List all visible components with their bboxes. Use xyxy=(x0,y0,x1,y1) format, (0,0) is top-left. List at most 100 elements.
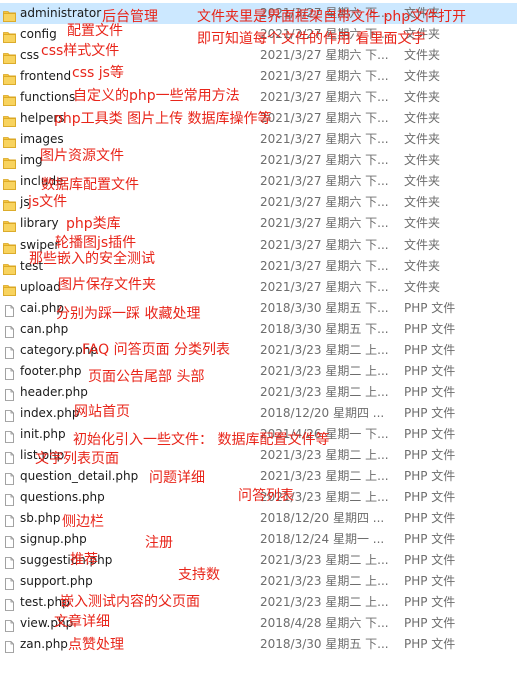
file-date: 2018/12/20 星期四 ... xyxy=(260,405,385,420)
php-file-icon xyxy=(3,365,16,380)
annotation-css: css样式文件 xyxy=(41,43,120,59)
file-type: 文件夹 xyxy=(404,69,441,84)
file-row[interactable]: footer.php 2021/3/23 星期二 上... PHP 文件 xyxy=(0,361,517,382)
file-date: 2021/3/23 星期二 上... xyxy=(260,384,389,399)
annotation-config: 配置文件 xyxy=(67,23,123,39)
annotation-upload: 图片保存文件夹 xyxy=(58,277,156,293)
file-date: 2021/3/27 星期六 下... xyxy=(260,195,389,210)
annotation-footer: 页面公告尾部 头部 xyxy=(88,369,205,385)
file-date: 2021/3/27 星期六 下... xyxy=(260,69,389,84)
annotation-img: 图片资源文件 xyxy=(40,148,124,164)
file-date: 2018/12/24 星期一 ... xyxy=(260,532,385,547)
file-date: 2021/3/27 星期六 下... xyxy=(260,279,389,294)
php-file-icon xyxy=(3,470,16,485)
file-date: 2021/3/23 星期二 上... xyxy=(260,447,389,462)
file-type: 文件夹 xyxy=(404,258,441,273)
file-date: 2021/3/27 星期六 下... xyxy=(260,111,389,126)
file-type: 文件夹 xyxy=(404,90,441,105)
file-date: 2021/3/23 星期二 上... xyxy=(260,342,389,357)
file-type: PHP 文件 xyxy=(404,384,456,399)
folder-icon xyxy=(3,91,16,107)
file-row[interactable]: signup.php 2018/12/24 星期一 ... PHP 文件 xyxy=(0,529,517,550)
annotation-test: 那些嵌入的安全测试 xyxy=(29,251,155,267)
file-name: signup.php xyxy=(20,532,87,547)
file-date: 2021/3/27 星期六 下... xyxy=(260,174,389,189)
annotation-test-php: 嵌入测试内容的父页面 xyxy=(60,594,200,610)
file-date: 2018/3/30 星期五 下... xyxy=(260,321,389,336)
folder-icon xyxy=(3,260,16,275)
file-name: upload xyxy=(20,279,61,294)
php-file-icon xyxy=(3,323,16,338)
annotation-library: php类库 xyxy=(66,216,121,232)
file-name: zan.php xyxy=(20,637,68,652)
php-file-icon xyxy=(3,344,16,359)
file-type: 文件夹 xyxy=(404,153,441,168)
file-type: 文件夹 xyxy=(404,174,441,189)
folder-icon xyxy=(3,175,16,191)
file-type: PHP 文件 xyxy=(404,363,456,378)
annotation-question-detail: 问题详细 xyxy=(149,470,205,486)
folder-icon xyxy=(3,239,16,254)
file-name: suggestion.php xyxy=(20,553,113,568)
annotation-index: 网站首页 xyxy=(74,404,130,420)
annotation-sb: 侧边栏 xyxy=(62,514,104,530)
annotation-top-line1: 文件夹里是界面框架自带文件 php文件打开 xyxy=(197,9,467,25)
folder-row[interactable]: js 2021/3/27 星期六 下... 文件夹 xyxy=(0,192,517,213)
file-name: images xyxy=(20,132,64,147)
file-row[interactable]: header.php 2021/3/23 星期二 上... PHP 文件 xyxy=(0,382,517,403)
annotation-list: 文字列表页面 xyxy=(35,451,119,467)
folder-icon xyxy=(3,154,16,170)
php-file-icon xyxy=(3,638,16,654)
folder-icon xyxy=(3,70,16,86)
file-row[interactable]: question_detail.php 2021/3/23 星期二 上... PHP… xyxy=(0,466,517,487)
file-date: 2021/3/23 星期二 上... xyxy=(260,469,389,484)
file-name: config xyxy=(20,27,57,42)
file-name: init.php xyxy=(20,426,66,441)
file-type: 文件夹 xyxy=(404,216,441,231)
folder-icon xyxy=(3,112,16,128)
php-file-icon xyxy=(3,428,16,443)
file-type: 文件夹 xyxy=(404,111,441,126)
file-row[interactable]: support.php 2021/3/23 星期二 上... PHP 文件 xyxy=(0,571,517,592)
php-file-icon xyxy=(3,554,16,570)
file-name: administrator xyxy=(20,6,102,20)
file-date: 2021/3/23 星期二 上... xyxy=(260,363,389,378)
file-type: PHP 文件 xyxy=(404,511,456,526)
annotation-questions: 问答列表 xyxy=(238,488,294,504)
php-file-icon xyxy=(3,512,16,528)
file-date: 2018/3/30 星期五 下... xyxy=(260,637,389,652)
file-type: PHP 文件 xyxy=(404,342,456,357)
file-type: PHP 文件 xyxy=(404,321,456,336)
file-date: 2021/3/27 星期六 下... xyxy=(260,48,389,63)
file-name: index.php xyxy=(20,405,80,420)
file-date: 2018/12/20 星期四 ... xyxy=(260,511,385,526)
file-type: PHP 文件 xyxy=(404,300,456,315)
php-file-icon xyxy=(3,617,16,633)
file-name: header.php xyxy=(20,384,88,399)
file-date: 2021/3/23 星期二 上... xyxy=(260,574,389,589)
folder-icon xyxy=(3,281,16,296)
file-name: footer.php xyxy=(20,363,82,378)
file-date: 2021/3/27 星期六 下... xyxy=(260,153,389,168)
file-date: 2021/3/23 星期二 上... xyxy=(260,553,389,568)
file-type: PHP 文件 xyxy=(404,490,456,505)
annotation-cai-can: 分别为踩一踩 收藏处理 xyxy=(56,306,201,322)
file-type: 文件夹 xyxy=(404,195,441,210)
php-file-icon xyxy=(3,449,16,464)
php-file-icon xyxy=(3,533,16,549)
folder-icon xyxy=(3,196,16,212)
annotation-include: 数据库配置文件 xyxy=(41,177,139,193)
file-date: 2021/3/27 星期六 下... xyxy=(260,258,389,273)
annotation-suggestion: 推荐 xyxy=(70,552,98,568)
file-type: 文件夹 xyxy=(404,279,441,294)
file-row[interactable]: category.php 2021/3/23 星期二 上... PHP 文件 xyxy=(0,340,517,361)
file-type: PHP 文件 xyxy=(404,637,456,652)
file-type: 文件夹 xyxy=(404,48,441,63)
annotation-support: 支持数 xyxy=(178,567,220,583)
file-date: 2021/3/27 星期六 下... xyxy=(260,90,389,105)
php-file-icon xyxy=(3,596,16,612)
file-type: PHP 文件 xyxy=(404,532,456,547)
file-name: functions xyxy=(20,90,76,105)
folder-icon xyxy=(3,133,16,149)
annotation-zan: 点赞处理 xyxy=(68,637,124,653)
